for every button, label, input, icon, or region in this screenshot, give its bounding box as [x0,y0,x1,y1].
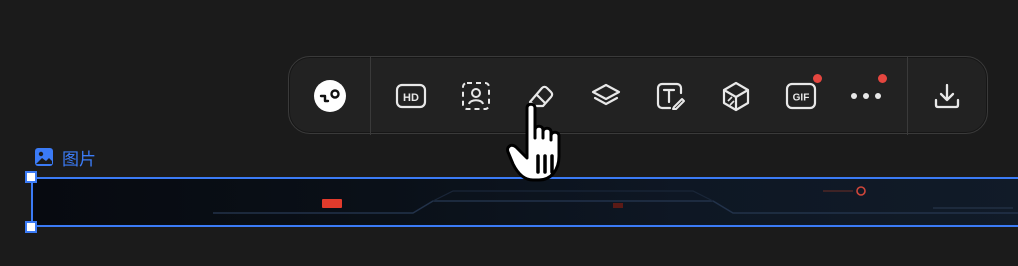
more-icon [851,93,881,99]
hd-button[interactable]: HD [383,57,439,135]
logo-button[interactable] [302,57,358,135]
toolbar-divider [907,57,908,135]
toolbar-divider [370,57,371,135]
cube-icon [722,81,750,112]
lo-logo-icon [314,80,346,112]
download-icon [934,83,960,109]
hand-pointer-icon [506,102,561,182]
person-select-icon [462,82,490,110]
layers-button[interactable] [578,57,634,135]
floating-toolbar: HD GIF [288,56,988,135]
more-notification-badge [878,74,887,83]
image-icon [35,148,53,166]
resize-handle-bottom-left[interactable] [25,221,37,233]
text-button[interactable] [643,57,699,135]
text-edit-icon [656,82,685,110]
gif-icon: GIF [785,82,817,110]
resize-handle-top-left[interactable] [25,171,37,183]
download-button[interactable] [919,57,975,135]
layers-icon [591,83,621,106]
gif-notification-badge [813,74,822,83]
hd-label: HD [403,92,419,104]
gif-label: GIF [793,93,810,104]
banner-image [213,186,1018,214]
hd-icon: HD [395,83,427,109]
more-button[interactable] [838,57,894,135]
portrait-cutout-button[interactable] [448,57,504,135]
selection-label: 图片 [34,146,96,169]
selection-label-text: 图片 [62,149,96,169]
selected-image-banner[interactable] [31,177,1018,227]
gif-button[interactable]: GIF [773,57,829,135]
3d-button[interactable] [708,57,764,135]
